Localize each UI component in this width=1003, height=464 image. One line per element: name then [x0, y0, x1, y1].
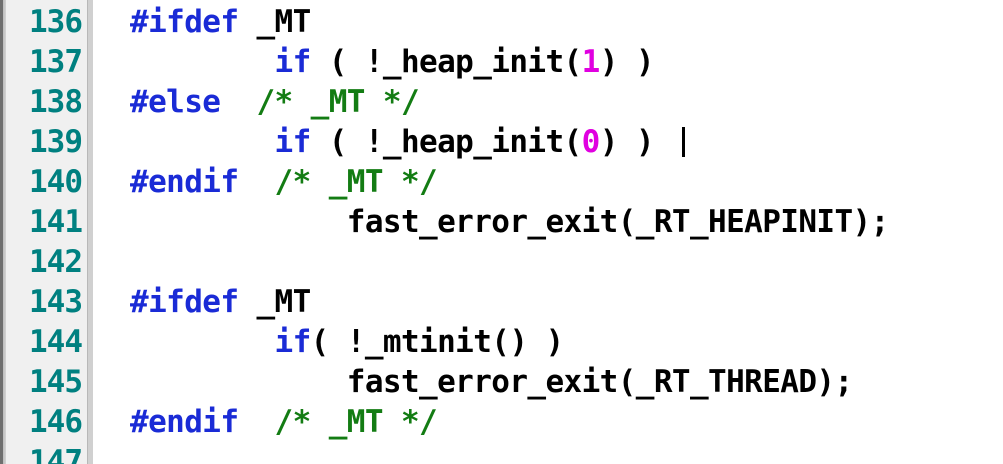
keyword-token: if: [274, 124, 312, 160]
number-token: 1: [581, 44, 601, 80]
line-number: 137: [29, 44, 83, 80]
code-token: ) ): [599, 44, 655, 80]
line-number: 140: [29, 164, 83, 200]
code-line[interactable]: if( !_mtinit() ): [130, 322, 889, 362]
line-number: 145: [29, 364, 83, 400]
code-token: ( !_mtinit() ): [310, 324, 564, 360]
line-number: 144: [29, 324, 83, 360]
line-number: 143: [29, 284, 83, 320]
code-text-area[interactable]: #ifdef _MT if ( !_heap_init(1) ) #else /*…: [130, 2, 889, 464]
code-token: fast_error_exit(_RT_HEAPINIT);: [346, 204, 890, 240]
code-line[interactable]: #endif /* _MT */: [130, 162, 889, 202]
text-cursor: [681, 127, 685, 157]
code-token: _MT: [238, 284, 311, 320]
code-line[interactable]: if ( !_heap_init(1) ): [130, 42, 889, 82]
keyword-token: if: [274, 324, 312, 360]
code-editor[interactable]: 136 137 138 139 140 141 142 143 144 145 146 147 #if…: [0, 0, 1003, 464]
code-token: _MT: [238, 4, 311, 40]
code-token: ) ): [599, 124, 655, 160]
code-line[interactable]: fast_error_exit(_RT_HEAPINIT);: [130, 202, 890, 242]
number-token: 0: [581, 124, 601, 160]
code-line[interactable]: #ifdef _MT: [130, 282, 889, 322]
keyword-token: #ifdef: [130, 284, 239, 320]
line-number: 142: [29, 244, 83, 280]
keyword-token: #endif: [130, 404, 239, 440]
code-line[interactable]: fast_error_exit(_RT_THREAD);: [130, 362, 889, 402]
keyword-token: #endif: [130, 164, 239, 200]
line-number: 136: [29, 4, 83, 40]
line-number: 146: [29, 404, 83, 440]
line-number: 141: [29, 204, 83, 240]
line-number: 139: [29, 124, 83, 160]
code-line[interactable]: #else /* _MT */: [130, 82, 889, 122]
keyword-token: #ifdef: [130, 4, 239, 40]
comment-token: /* _MT */: [274, 404, 438, 440]
comment-token: /* _MT */: [256, 84, 420, 120]
keyword-token: #else: [130, 84, 221, 120]
code-line[interactable]: #ifdef _MT: [130, 2, 889, 42]
code-token: ( !_heap_init(: [310, 44, 583, 80]
keyword-token: if: [274, 44, 312, 80]
code-line[interactable]: [130, 242, 889, 282]
code-line[interactable]: #endif /* _MT */: [130, 402, 889, 442]
line-number-list: 136 137 138 139 140 141 142 143 144 145 146 147: [6, 2, 83, 464]
code-line[interactable]: [130, 442, 889, 464]
comment-token: /* _MT */: [274, 164, 438, 200]
line-number: 138: [29, 84, 83, 120]
gutter-separator: [87, 0, 93, 464]
line-number: 147: [29, 444, 83, 464]
code-token: fast_error_exit(_RT_THREAD);: [346, 364, 853, 400]
code-line[interactable]: if ( !_heap_init(0) ): [130, 122, 889, 162]
code-token: ( !_heap_init(: [310, 124, 583, 160]
